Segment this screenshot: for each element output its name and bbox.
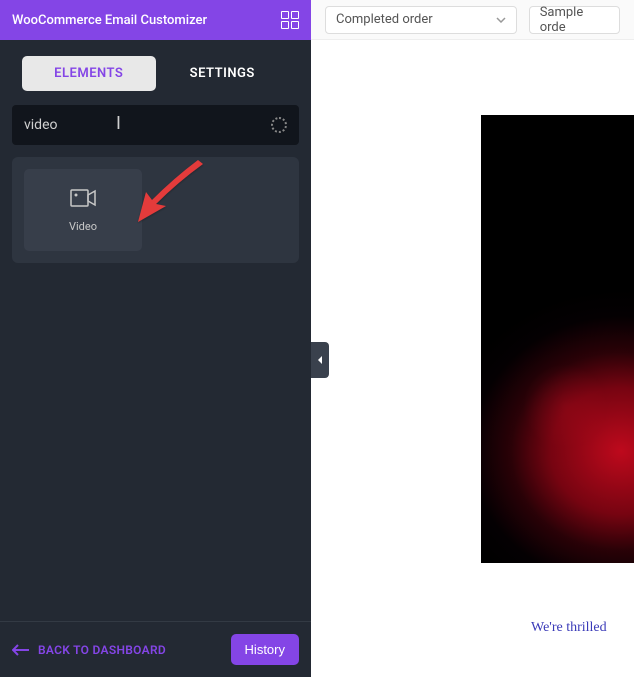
email-type-dropdown[interactable]: Completed order [325, 6, 517, 34]
search-input[interactable] [24, 117, 271, 133]
sidebar-header: WooCommerce Email Customizer [0, 0, 311, 40]
top-toolbar: Completed order Sample orde [311, 0, 634, 40]
back-to-dashboard-link[interactable]: BACK TO DASHBOARD [12, 643, 166, 657]
history-button[interactable]: History [231, 634, 299, 665]
elements-grid: Video [12, 157, 299, 263]
collapse-sidebar-handle[interactable] [311, 342, 329, 378]
tab-settings[interactable]: SETTINGS [156, 56, 290, 91]
email-preview: T We're thrilled [311, 40, 634, 677]
element-video[interactable]: Video [24, 169, 142, 251]
dropdown-value: Sample orde [540, 5, 609, 35]
sidebar-panel: WooCommerce Email Customizer ELEMENTS SE… [0, 0, 311, 677]
sidebar-footer: BACK TO DASHBOARD History [0, 621, 311, 677]
arrow-left-icon [12, 644, 30, 656]
chevron-down-icon [496, 17, 506, 23]
grid-icon[interactable] [281, 11, 299, 29]
main-preview-area: Completed order Sample orde T We're thri… [311, 0, 634, 677]
search-box: I [12, 105, 299, 145]
back-label: BACK TO DASHBOARD [38, 643, 166, 657]
loading-spinner-icon [271, 117, 287, 133]
tab-elements[interactable]: ELEMENTS [22, 56, 156, 91]
app-title: WooCommerce Email Customizer [12, 13, 207, 28]
preview-body-text: We're thrilled [531, 620, 607, 636]
element-label: Video [69, 220, 97, 233]
video-icon [70, 188, 96, 212]
chevron-left-icon [316, 355, 324, 365]
preview-hero-image: T [481, 115, 634, 563]
order-dropdown[interactable]: Sample orde [529, 6, 620, 34]
tab-strip: ELEMENTS SETTINGS [0, 40, 311, 105]
dropdown-value: Completed order [336, 12, 433, 27]
